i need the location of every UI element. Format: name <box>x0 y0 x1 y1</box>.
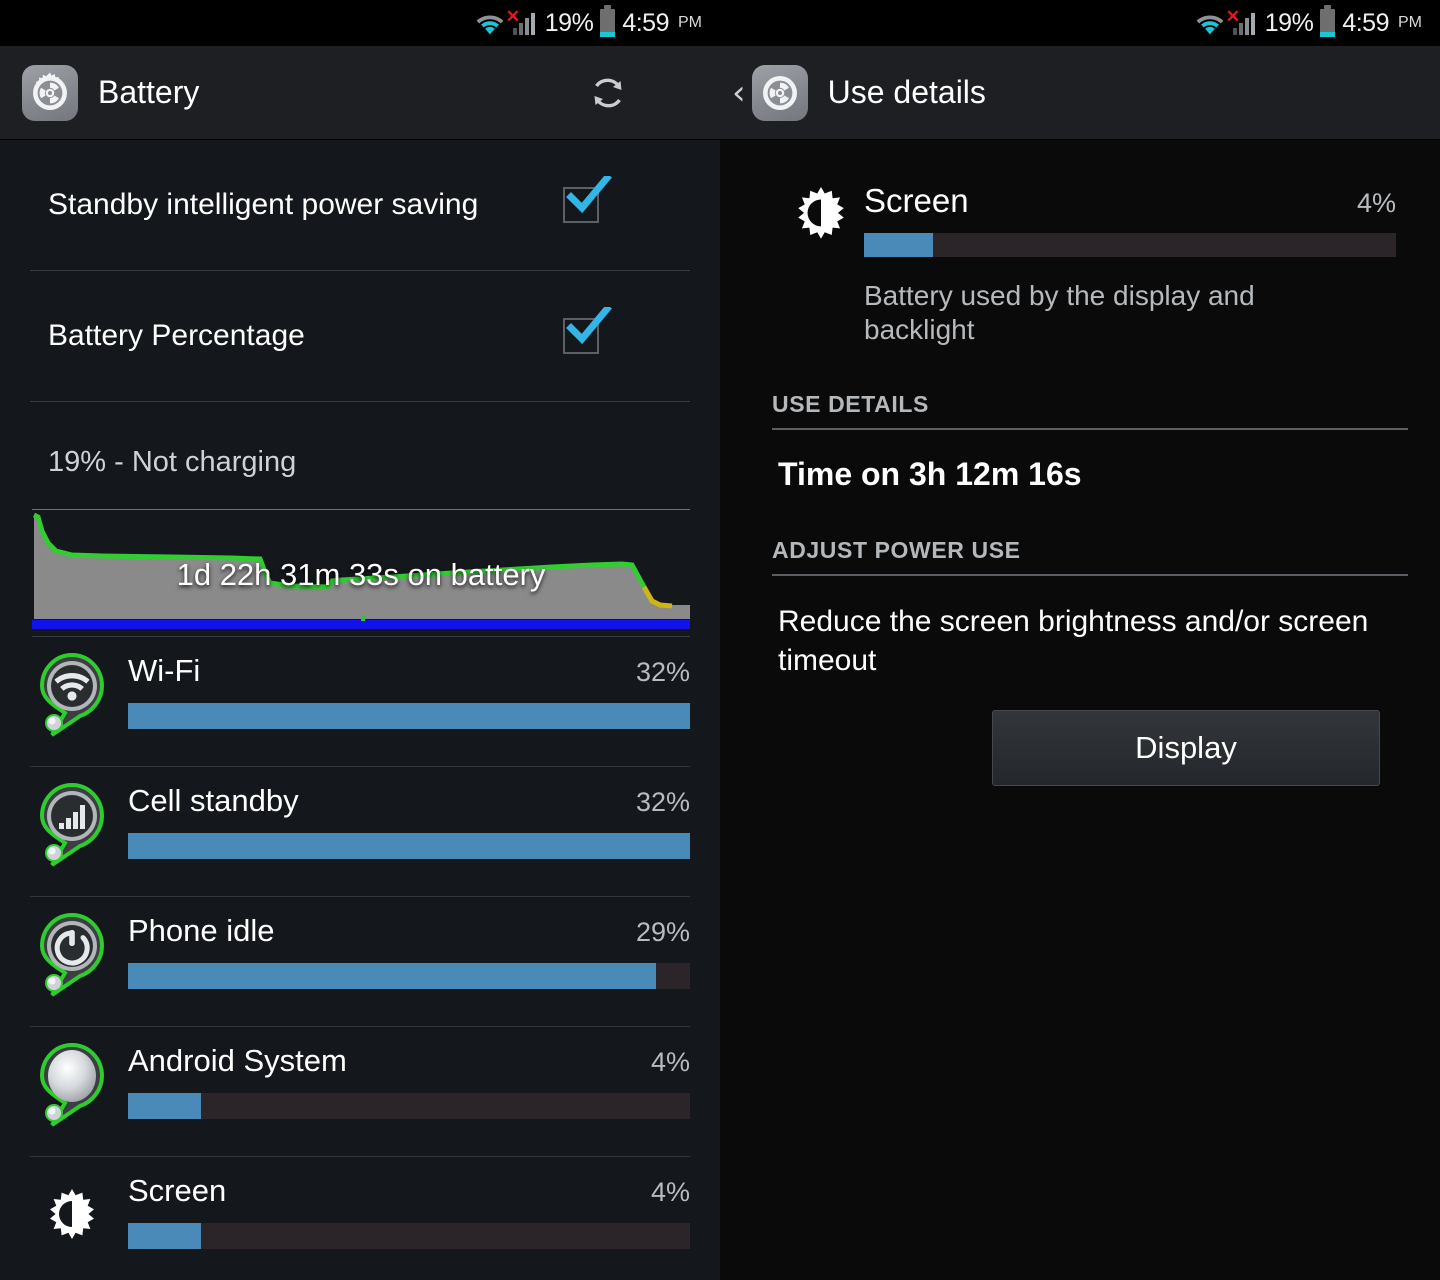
battery-history-plot <box>32 512 690 619</box>
usage-bar-fill <box>128 1093 202 1119</box>
standby-power-saving-checkbox[interactable] <box>563 176 612 223</box>
usage-row-wifi[interactable]: Wi-Fi 32% <box>0 637 720 767</box>
setting-label: Battery Percentage <box>48 319 305 352</box>
wifi-icon <box>1195 11 1225 35</box>
status-bar-left: ✕ 19% 4:59 PM <box>0 0 720 46</box>
power-drop-icon <box>32 911 112 999</box>
no-signal-x-icon: ✕ <box>1225 7 1241 26</box>
usage-bar-track <box>128 1093 690 1119</box>
refresh-icon[interactable] <box>584 69 632 117</box>
time-on-value: Time on 3h 12m 16s <box>778 456 1082 493</box>
detail-description: Battery used by the display and backligh… <box>864 280 1255 346</box>
page-title: Battery <box>98 74 200 110</box>
wifi-drop-icon <box>32 651 112 739</box>
status-bar-right: ✕ 19% 4:59 PM <box>720 0 1440 46</box>
status-clock: 4:59 <box>622 8 669 37</box>
usage-bar-track <box>128 1223 690 1249</box>
detail-title: Screen <box>864 182 969 219</box>
content-panels: Standby intelligent power saving Battery… <box>0 140 1440 1280</box>
check-icon <box>566 176 612 214</box>
graph-blue-indicator <box>32 615 690 629</box>
adjust-power-use-section-header: ADJUST POWER USE <box>772 537 1021 564</box>
status-battery-percent: 19% <box>1264 8 1314 37</box>
battery-icon <box>600 5 616 37</box>
detail-header: Screen 4% Battery used by the display an… <box>720 140 1440 347</box>
battery-status-text: 19% - Not charging <box>48 446 297 478</box>
usage-percent: 4% <box>650 1177 690 1207</box>
section-rule <box>772 428 1408 431</box>
usage-bar-track <box>128 703 690 729</box>
no-signal-x-icon: ✕ <box>505 7 521 26</box>
usage-percent: 29% <box>635 917 690 947</box>
battery-history-graph[interactable]: 1d 22h 31m 33s on battery <box>32 509 690 637</box>
battery-settings-pane: Standby intelligent power saving Battery… <box>0 140 720 1280</box>
usage-name: Phone idle <box>128 913 275 948</box>
brightness-icon <box>778 182 864 347</box>
usage-name: Android System <box>128 1043 347 1078</box>
settings-gear-icon[interactable] <box>751 64 808 121</box>
section-rule <box>772 574 1408 577</box>
usage-percent: 32% <box>635 657 690 687</box>
usage-row-screen[interactable]: Screen 4% <box>0 1157 720 1280</box>
usage-bar-fill <box>128 1223 202 1249</box>
usage-percent: 32% <box>635 787 690 817</box>
settings-gear-icon[interactable] <box>22 64 78 121</box>
usage-bar-fill <box>128 833 690 859</box>
page-title: Use details <box>827 74 986 110</box>
battery-icon <box>1320 5 1336 37</box>
usage-row-android-system[interactable]: Android System 4% <box>0 1027 720 1157</box>
status-bar: ✕ 19% 4:59 PM ✕ 19% 4:59 PM <box>0 0 1440 46</box>
display-button[interactable]: Display <box>992 710 1380 787</box>
graph-green-marker <box>361 615 365 621</box>
usage-row-phone-idle[interactable]: Phone idle 29% <box>0 897 720 1027</box>
setting-label: Standby intelligent power saving <box>48 188 479 221</box>
setting-row-battery-percentage[interactable]: Battery Percentage <box>0 271 720 401</box>
usage-percent: 4% <box>650 1047 690 1077</box>
setting-row-standby-power-saving[interactable]: Standby intelligent power saving <box>0 140 720 270</box>
usage-bar-track <box>128 833 690 859</box>
status-battery-percent: 19% <box>544 8 594 37</box>
cell-signal-icon: ✕ <box>506 8 538 36</box>
usage-name: Wi-Fi <box>128 653 201 688</box>
usage-bar-track <box>128 963 690 989</box>
usage-bar-fill <box>128 703 690 729</box>
signal-drop-icon <box>32 781 112 869</box>
status-meridiem: PM <box>1398 14 1422 31</box>
detail-percent: 4% <box>1356 188 1396 218</box>
usage-name: Cell standby <box>128 783 299 818</box>
action-bar-right: ‹ Use details <box>720 46 1440 139</box>
action-bar: Battery ‹ Use details <box>0 46 1440 140</box>
use-details-pane: Screen 4% Battery used by the display an… <box>720 140 1440 1280</box>
detail-bar-fill <box>864 233 934 257</box>
brightness-icon <box>32 1173 112 1261</box>
usage-bar-fill <box>128 963 657 989</box>
wifi-icon <box>475 11 505 35</box>
adjust-power-use-text: Reduce the screen brightness and/or scre… <box>778 605 1369 678</box>
use-details-section-header: USE DETAILS <box>772 391 929 418</box>
usage-name: Screen <box>128 1173 227 1208</box>
back-chevron-icon[interactable]: ‹ <box>732 76 746 110</box>
android-battery-screen: ✕ 19% 4:59 PM ✕ 19% 4:59 PM Battery ‹ Us… <box>0 0 1440 1280</box>
detail-bar-track <box>864 233 1396 257</box>
action-bar-left: Battery <box>0 46 720 139</box>
status-clock: 4:59 <box>1342 8 1389 37</box>
status-meridiem: PM <box>678 14 702 31</box>
android-drop-icon <box>32 1041 112 1129</box>
usage-row-cell-standby[interactable]: Cell standby 32% <box>0 767 720 897</box>
cell-signal-icon: ✕ <box>1226 8 1258 36</box>
check-icon <box>566 307 612 345</box>
battery-percentage-checkbox[interactable] <box>563 307 612 354</box>
